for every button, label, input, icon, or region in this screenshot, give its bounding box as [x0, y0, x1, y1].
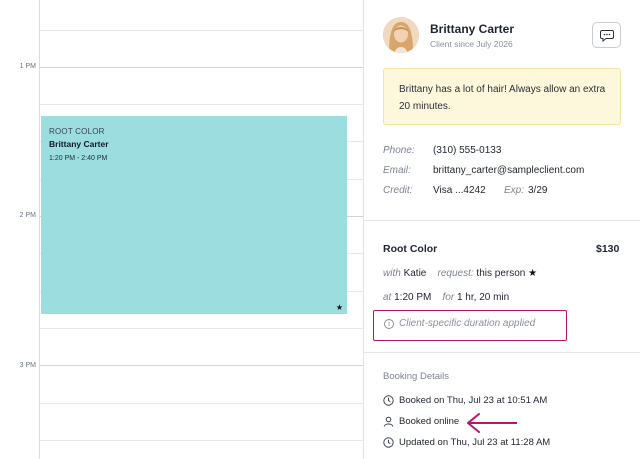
- booking-details-title: Booking Details: [383, 371, 450, 382]
- appointment-detail-panel: Brittany Carter Client since July 2026 B…: [364, 0, 640, 459]
- time-label-3pm: 3 PM: [19, 362, 36, 369]
- grid-line-hour: [40, 67, 364, 68]
- calendar-day-view: 1 PM 2 PM 3 PM ROOT COLOR Brittany Carte…: [0, 0, 364, 459]
- duration-note: i Client-specific duration applied: [384, 318, 535, 329]
- clock-icon: [383, 395, 394, 406]
- appointment-time: 1:20 PM - 2:40 PM: [49, 155, 108, 162]
- time-label-2pm: 2 PM: [19, 212, 36, 219]
- updated-on-row: Updated on Thu, Jul 23 at 11:28 AM: [383, 437, 550, 448]
- grid-line: [40, 440, 364, 441]
- time-gutter: 1 PM 2 PM 3 PM: [0, 0, 40, 459]
- staff-row: with Katie request: this person ★: [383, 268, 537, 279]
- appointment-block[interactable]: ROOT COLOR Brittany Carter 1:20 PM - 2:4…: [41, 116, 347, 314]
- exp-value: 3/29: [528, 185, 548, 196]
- email-label: Email:: [383, 165, 411, 176]
- client-note: Brittany has a lot of hair! Always allow…: [383, 68, 621, 125]
- appointment-client: Brittany Carter: [49, 139, 109, 149]
- client-header: Brittany Carter Client since July 2026: [364, 0, 640, 60]
- grid-line: [40, 30, 364, 31]
- client-since: Client since July 2026: [430, 39, 513, 49]
- for-label: for: [442, 292, 455, 303]
- client-name[interactable]: Brittany Carter: [430, 22, 514, 36]
- divider: [364, 220, 640, 221]
- star-icon: ★: [335, 303, 343, 312]
- message-button[interactable]: [592, 22, 621, 48]
- booked-on-row: Booked on Thu, Jul 23 at 10:51 AM: [383, 395, 547, 406]
- star-icon: ★: [528, 268, 538, 279]
- updated-on-text: Updated on Thu, Jul 23 at 11:28 AM: [399, 437, 551, 448]
- staff-name: Katie: [403, 268, 427, 279]
- info-icon: i: [384, 318, 394, 329]
- booked-channel-text: Booked online: [399, 416, 460, 427]
- grid-line: [40, 328, 364, 329]
- start-time: 1:20 PM: [394, 292, 432, 303]
- chat-bubble-icon: [599, 29, 614, 42]
- arrow-left-icon: [467, 413, 517, 433]
- time-label-1pm: 1 PM: [19, 63, 36, 70]
- request-label: request:: [437, 268, 474, 279]
- appointment-service: ROOT COLOR: [49, 127, 105, 136]
- request-value: this person: [476, 268, 526, 279]
- divider: [364, 352, 640, 353]
- grid-line: [40, 104, 364, 105]
- clock-icon: [383, 437, 394, 448]
- booked-channel-row: Booked online: [383, 416, 459, 427]
- at-label: at: [383, 292, 392, 303]
- grid-line: [40, 403, 364, 404]
- email-value[interactable]: brittany_carter@sampleclient.com: [433, 165, 584, 176]
- service-name: Root Color: [383, 243, 438, 255]
- with-label: with: [383, 268, 401, 279]
- time-row: at 1:20 PM for 1 hr, 20 min: [383, 292, 509, 303]
- credit-value: Visa ...4242: [433, 185, 486, 196]
- avatar[interactable]: [383, 17, 419, 53]
- duration-note-text: Client-specific duration applied: [399, 318, 536, 329]
- booked-on-text: Booked on Thu, Jul 23 at 10:51 AM: [399, 395, 548, 406]
- credit-label: Credit:: [383, 185, 413, 196]
- person-icon: [383, 416, 394, 427]
- exp-label: Exp:: [504, 185, 525, 196]
- phone-label: Phone:: [383, 145, 415, 156]
- grid-line-hour: [40, 365, 364, 366]
- phone-value[interactable]: (310) 555-0133: [433, 145, 501, 156]
- service-price: $130: [596, 243, 620, 255]
- duration: 1 hr, 20 min: [456, 292, 510, 303]
